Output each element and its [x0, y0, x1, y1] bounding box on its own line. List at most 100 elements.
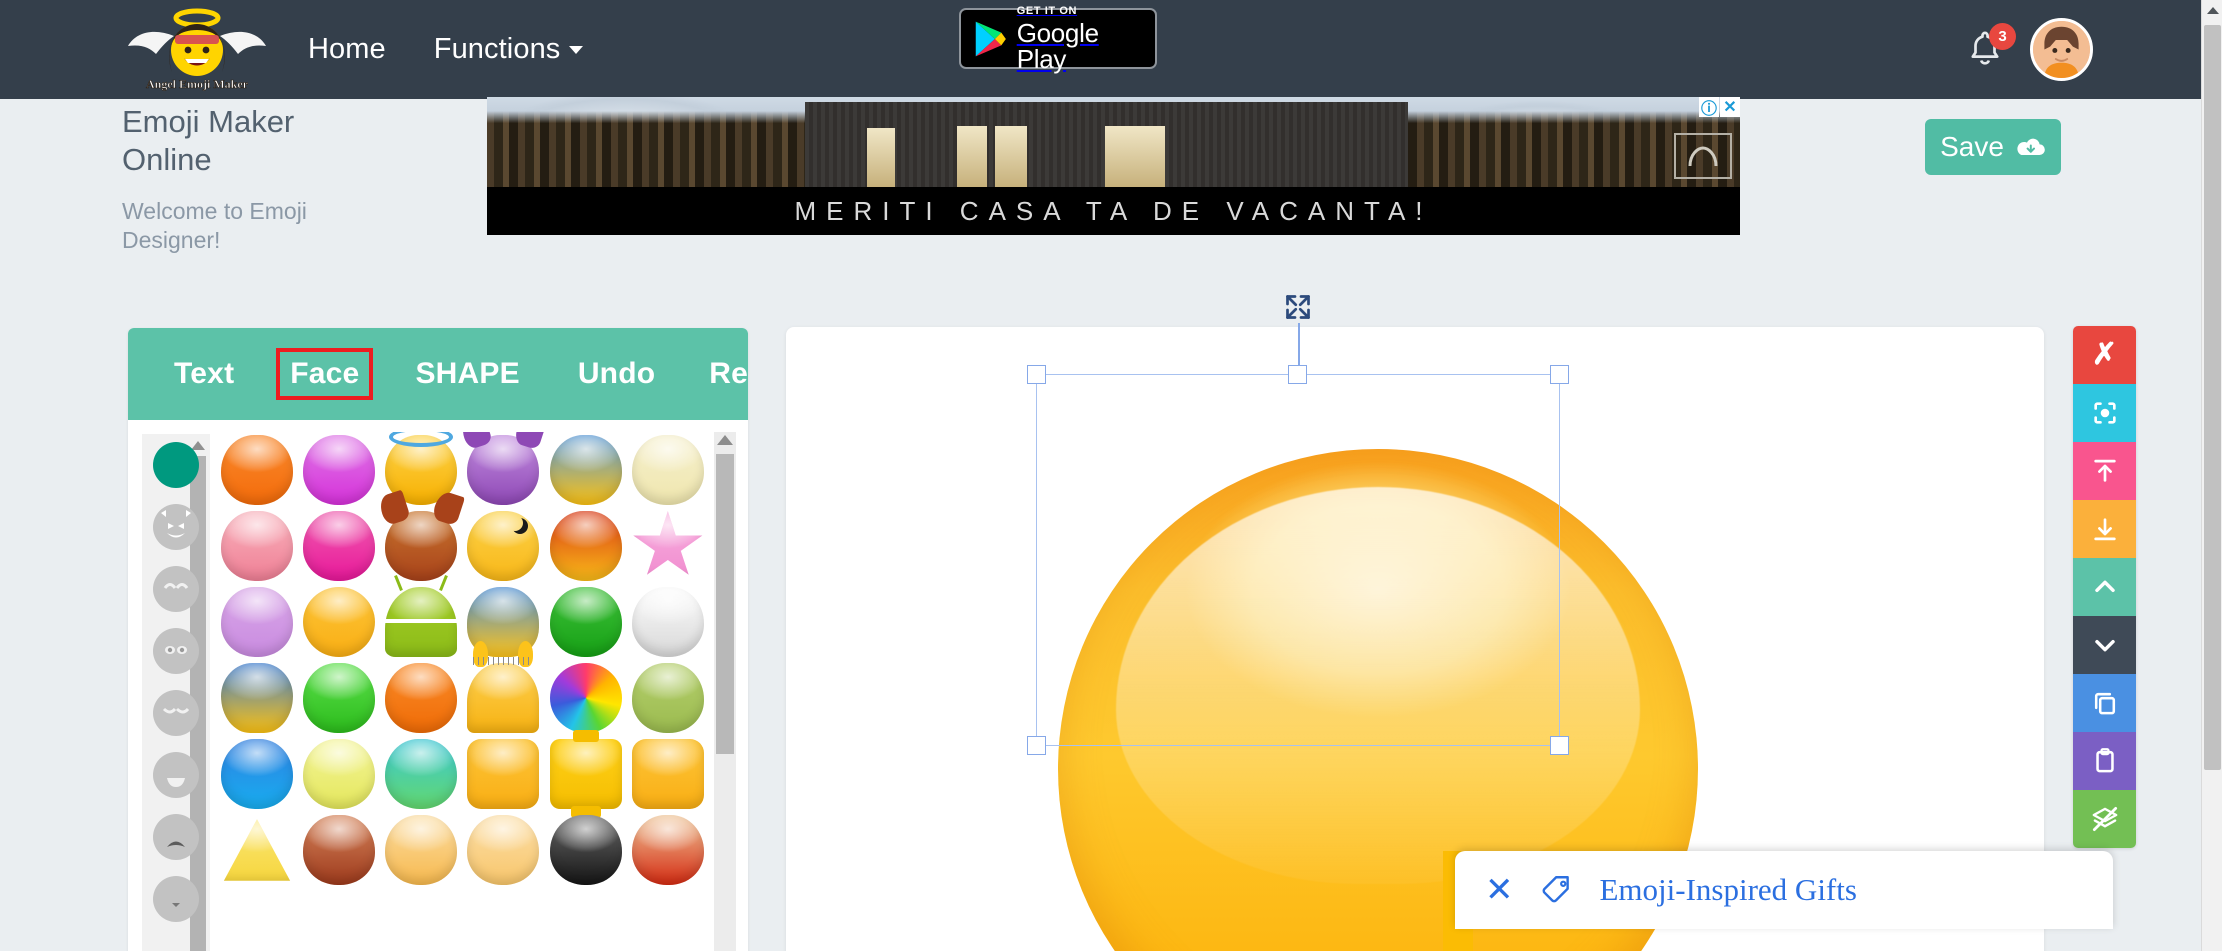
- nav-links: Home Functions: [308, 33, 584, 66]
- emoji-category-frown-mouth-face[interactable]: [153, 814, 199, 860]
- align-top-button[interactable]: [2073, 442, 2136, 500]
- clipboard-icon: [2095, 748, 2114, 773]
- frown-mouth-face-icon: [167, 841, 185, 847]
- emoji-category-small-mouth-face[interactable]: [153, 876, 199, 922]
- emoji-grid-item[interactable]: [298, 432, 380, 508]
- browser-scrollbar[interactable]: [2201, 0, 2222, 951]
- emoji-grid-item[interactable]: [462, 657, 544, 736]
- emoji-grid-item[interactable]: [462, 812, 544, 888]
- page-subtitle: Welcome to Emoji Designer!: [122, 198, 307, 254]
- tab-redo[interactable]: Redo: [697, 350, 748, 398]
- emoji-grid-item[interactable]: [298, 660, 380, 736]
- toast-label: Emoji-Inspired Gifts: [1599, 872, 1857, 907]
- emoji-grid-item[interactable]: [216, 660, 298, 736]
- toast-close-icon[interactable]: ✕: [1485, 873, 1514, 907]
- resize-handle-bottom-left[interactable]: [1027, 736, 1046, 755]
- emoji-category-devil-face[interactable]: [153, 504, 199, 550]
- notifications-button[interactable]: 3: [1966, 22, 2016, 71]
- ad-window: [867, 128, 895, 187]
- align-bottom-button[interactable]: [2073, 500, 2136, 558]
- emoji-grid-item[interactable]: [380, 660, 462, 736]
- emoji-grid-item[interactable]: [545, 508, 627, 584]
- chevron-down-icon: [569, 46, 584, 55]
- tab-face[interactable]: Face: [276, 348, 374, 400]
- emoji-grid-item[interactable]: [462, 736, 544, 812]
- tab-undo[interactable]: Undo: [566, 350, 667, 398]
- emoji-grid-item[interactable]: [627, 584, 709, 660]
- duplicate-button[interactable]: [2073, 674, 2136, 732]
- ad-window: [957, 126, 987, 187]
- emoji-grid-item[interactable]: [627, 736, 709, 812]
- emoji-grid-item[interactable]: [462, 508, 544, 584]
- nav-link-functions[interactable]: Functions: [434, 33, 584, 66]
- emoji-grid-item[interactable]: [462, 584, 544, 667]
- emoji-grid-item[interactable]: [545, 812, 627, 888]
- emoji-grid-item[interactable]: [380, 736, 462, 812]
- ad-advertiser-logo: [1674, 133, 1732, 179]
- emoji-grid-item[interactable]: [459, 432, 548, 508]
- center-button[interactable]: [2073, 384, 2136, 442]
- emoji-grid-item[interactable]: [380, 575, 462, 660]
- emoji-grid-item[interactable]: [293, 577, 386, 667]
- resize-handle-top-center[interactable]: [1288, 365, 1307, 384]
- ad-info-icon[interactable]: ⓘ: [1699, 97, 1719, 118]
- emoji-grid-item[interactable]: [216, 584, 298, 660]
- tab-shape[interactable]: SHAPE: [403, 350, 531, 398]
- gifts-toast[interactable]: ✕ Emoji-Inspired Gifts: [1455, 851, 2113, 929]
- send-down-button[interactable]: [2073, 616, 2136, 674]
- grid-scrollbar-thumb[interactable]: [716, 454, 734, 754]
- ad-close-icon[interactable]: ✕: [1720, 97, 1740, 117]
- brand-logo[interactable]: Angel Emoji Maker: [122, 8, 272, 92]
- nav-link-home-label: Home: [308, 33, 386, 65]
- grid-scroll-up-icon[interactable]: [714, 432, 736, 448]
- save-button[interactable]: Save: [1925, 119, 2061, 175]
- tie-dye-round-icon: [549, 663, 622, 733]
- resize-handle-bottom-right[interactable]: [1550, 736, 1569, 755]
- save-button-label: Save: [1940, 131, 2004, 162]
- emoji-grid-item[interactable]: [627, 660, 709, 736]
- emoji-grid-item[interactable]: [545, 432, 627, 508]
- emoji-grid-item[interactable]: [298, 812, 380, 888]
- notification-count-badge: 3: [1989, 22, 2016, 50]
- emoji-grid-item[interactable]: [627, 812, 709, 888]
- emoji-category-open-mouth-face[interactable]: [153, 752, 199, 798]
- emoji-grid-item[interactable]: [298, 508, 380, 584]
- emoji-grid-item[interactable]: [380, 812, 462, 888]
- delete-button[interactable]: ✗: [2073, 326, 2136, 384]
- devil-horn-icon: [513, 432, 548, 451]
- bring-up-button[interactable]: [2073, 558, 2136, 616]
- emoji-category-closed-eyes-face[interactable]: [153, 690, 199, 736]
- scroll-up-arrow-icon[interactable]: [2202, 0, 2222, 21]
- paste-button[interactable]: [2073, 732, 2136, 790]
- resize-handle-top-left[interactable]: [1027, 365, 1046, 384]
- chev-down-icon: [2094, 639, 2115, 652]
- emoji-category-solid-face[interactable]: [153, 442, 199, 488]
- emoji-grid-item[interactable]: [545, 730, 627, 818]
- ad-banner[interactable]: MERITI CASA TA DE VACANTA! ⓘ ✕: [487, 97, 1740, 235]
- emoji-grid-item[interactable]: [545, 584, 627, 660]
- emoji-grid-item[interactable]: [216, 508, 298, 584]
- scrollbar-thumb[interactable]: [2204, 25, 2221, 770]
- emoji-grid-scrollbar[interactable]: [714, 432, 736, 951]
- emoji-category-open-eyes-face[interactable]: [153, 628, 199, 674]
- emoji-grid-item[interactable]: [216, 736, 298, 812]
- resize-arrows-icon[interactable]: [1280, 289, 1316, 325]
- tab-text[interactable]: Text: [162, 350, 246, 398]
- sleepy-moon-yellow-icon: [467, 511, 540, 581]
- resize-handle-top-right[interactable]: [1550, 365, 1569, 384]
- halo-icon: [389, 432, 454, 447]
- user-avatar[interactable]: [2030, 18, 2093, 81]
- hide-layer-button[interactable]: [2073, 790, 2136, 848]
- emoji-grid-item[interactable]: [545, 660, 627, 736]
- emoji-grid-item[interactable]: [298, 736, 380, 812]
- emoji-grid-item[interactable]: [377, 489, 466, 584]
- google-play-badge[interactable]: GET IT ON Google Play: [959, 5, 1157, 72]
- emoji-grid-item[interactable]: [216, 432, 298, 508]
- emoji-grid-item[interactable]: [627, 432, 709, 508]
- emoji-grid-item[interactable]: [627, 508, 709, 584]
- teal-green-round-icon: [385, 739, 458, 809]
- emoji-category-happy-eyes-face[interactable]: [153, 566, 199, 612]
- emoji-grid-item[interactable]: [216, 812, 298, 888]
- blue-yellow-ears-icon: [467, 587, 540, 667]
- nav-link-home[interactable]: Home: [308, 33, 386, 66]
